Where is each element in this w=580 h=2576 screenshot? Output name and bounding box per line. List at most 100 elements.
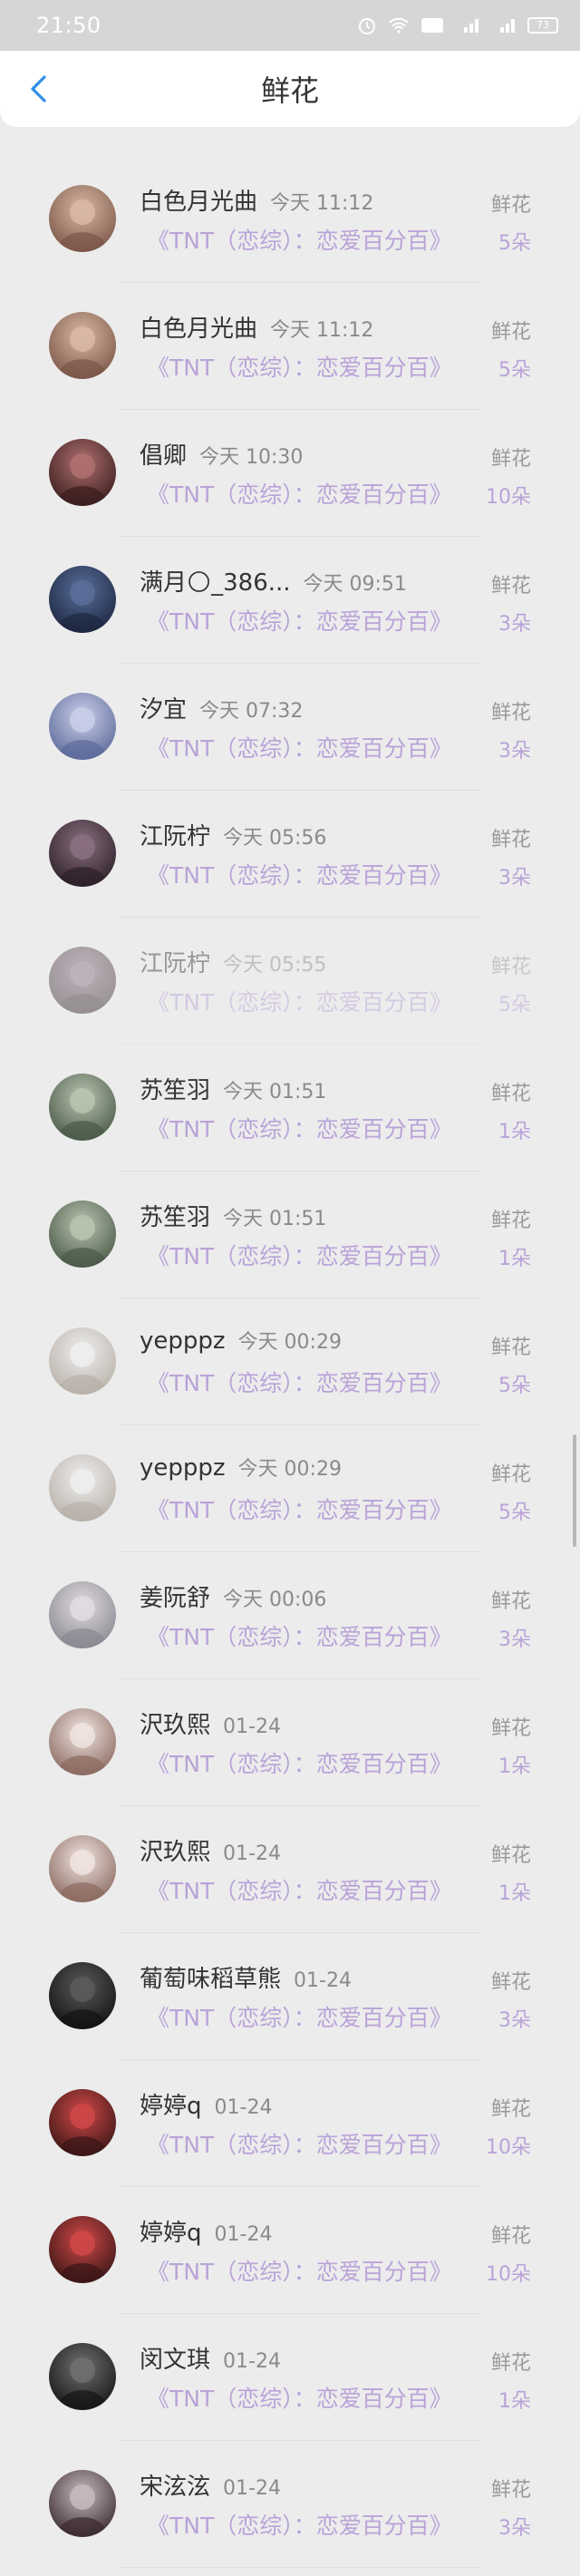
signal-icon-2 bbox=[500, 19, 515, 33]
avatar[interactable] bbox=[49, 185, 116, 252]
topic-link[interactable]: 《TNT（恋综）：恋爱百分百》 bbox=[147, 2000, 452, 2033]
avatar[interactable] bbox=[49, 2089, 116, 2156]
user-name[interactable]: 白色月光曲 bbox=[140, 189, 257, 216]
gift-time: 今天 00:29 bbox=[237, 1331, 342, 1354]
list-item[interactable]: yepppz 今天 00:29 《TNT（恋综）：恋爱百分百》 鲜花 5朵 bbox=[0, 1298, 580, 1425]
topic-link[interactable]: 《TNT（恋综）：恋爱百分百》 bbox=[147, 2508, 452, 2541]
topic-link[interactable]: 《TNT（恋综）：恋爱百分百》 bbox=[147, 1746, 452, 1779]
avatar[interactable] bbox=[49, 2216, 116, 2283]
avatar[interactable] bbox=[49, 1201, 116, 1268]
user-name[interactable]: 婷婷q bbox=[140, 2220, 202, 2247]
user-name[interactable]: 汐宜 bbox=[140, 696, 187, 724]
avatar[interactable] bbox=[49, 1074, 116, 1141]
gift-time: 01-24 bbox=[223, 1842, 281, 1865]
gift-count: 10朵 bbox=[486, 2136, 531, 2159]
topic-link[interactable]: 《TNT（恋综）：恋爱百分百》 bbox=[147, 1239, 452, 1271]
user-name-line: 白色月光曲 今天 11:12 bbox=[140, 183, 373, 217]
user-name[interactable]: 倡卿 bbox=[140, 442, 187, 470]
user-name-line: 江阮柠 今天 05:55 bbox=[140, 945, 326, 978]
list-item[interactable]: 江阮柠 今天 05:55 《TNT（恋综）：恋爱百分百》 鲜花 5朵 bbox=[0, 918, 580, 1045]
list-item[interactable]: 满月🌕_386... 今天 09:51 《TNT（恋综）：恋爱百分百》 鲜花 3朵 bbox=[0, 537, 580, 664]
avatar[interactable] bbox=[49, 439, 116, 506]
gift-time: 01-24 bbox=[214, 2223, 273, 2246]
avatar[interactable] bbox=[49, 566, 116, 633]
avatar[interactable] bbox=[49, 2343, 116, 2410]
topic-link[interactable]: 《TNT（恋综）：恋爱百分百》 bbox=[147, 477, 452, 510]
user-name[interactable]: yepppz bbox=[140, 1327, 226, 1355]
avatar[interactable] bbox=[49, 1708, 116, 1775]
gift-type: 鲜花 bbox=[490, 321, 531, 344]
list-item[interactable]: 苏笙羽 今天 01:51 《TNT（恋综）：恋爱百分百》 鲜花 1朵 bbox=[0, 1045, 580, 1171]
avatar[interactable] bbox=[49, 1581, 116, 1648]
user-name[interactable]: 白色月光曲 bbox=[140, 316, 257, 343]
user-name[interactable]: 苏笙羽 bbox=[140, 1077, 210, 1104]
gift-type: 鲜花 bbox=[490, 194, 531, 217]
user-name[interactable]: yepppz bbox=[140, 1454, 226, 1482]
list-item[interactable]: 苏笙羽 今天 01:51 《TNT（恋综）：恋爱百分百》 鲜花 1朵 bbox=[0, 1171, 580, 1298]
avatar[interactable] bbox=[49, 312, 116, 379]
topic-link[interactable]: 《TNT（恋综）：恋爱百分百》 bbox=[147, 604, 452, 637]
user-name[interactable]: 沢玖熙 bbox=[140, 1839, 210, 1866]
user-name[interactable]: 闵文琪 bbox=[140, 2347, 210, 2374]
avatar[interactable] bbox=[49, 820, 116, 887]
gift-count: 3朵 bbox=[498, 2517, 531, 2540]
avatar[interactable] bbox=[49, 1327, 116, 1395]
list-item[interactable]: 姜阮舒 今天 00:06 《TNT（恋综）：恋爱百分百》 鲜花 3朵 bbox=[0, 1552, 580, 1679]
list-item[interactable]: 闵文琪 01-24 《TNT（恋综）：恋爱百分百》 鲜花 1朵 bbox=[0, 2314, 580, 2441]
topic-link[interactable]: 《TNT（恋综）：恋爱百分百》 bbox=[147, 1492, 452, 1525]
list-item[interactable]: 白色月光曲 今天 11:12 《TNT（恋综）：恋爱百分百》 鲜花 5朵 bbox=[0, 156, 580, 283]
avatar[interactable] bbox=[49, 693, 116, 760]
topic-link[interactable]: 《TNT（恋综）：恋爱百分百》 bbox=[147, 1366, 452, 1398]
user-name-line: 江阮柠 今天 05:56 bbox=[140, 818, 326, 851]
user-name[interactable]: 宋泫泫 bbox=[140, 2474, 210, 2501]
topic-link[interactable]: 《TNT（恋综）：恋爱百分百》 bbox=[147, 1619, 452, 1652]
list-item[interactable]: yepppz 今天 00:29 《TNT（恋综）：恋爱百分百》 鲜花 5朵 bbox=[0, 1425, 580, 1552]
avatar[interactable] bbox=[49, 1835, 116, 1902]
topic-link[interactable]: 《TNT（恋综）：恋爱百分百》 bbox=[147, 350, 452, 383]
gift-time: 01-24 bbox=[214, 2096, 273, 2119]
list-item[interactable]: 葡萄味稻草熊 01-24 《TNT（恋综）：恋爱百分百》 鲜花 3朵 bbox=[0, 1933, 580, 2060]
list-item[interactable]: 沢玖熙 01-24 《TNT（恋综）：恋爱百分百》 鲜花 1朵 bbox=[0, 1679, 580, 1806]
topic-link[interactable]: 《TNT（恋综）：恋爱百分百》 bbox=[147, 731, 452, 763]
topic-link[interactable]: 《TNT（恋综）：恋爱百分百》 bbox=[147, 2254, 452, 2287]
avatar[interactable] bbox=[49, 1454, 116, 1521]
avatar[interactable] bbox=[49, 1962, 116, 2029]
avatar[interactable] bbox=[49, 2470, 116, 2537]
back-button[interactable] bbox=[16, 67, 60, 111]
user-name[interactable]: 苏笙羽 bbox=[140, 1204, 210, 1231]
gift-type: 鲜花 bbox=[490, 1210, 531, 1232]
user-name[interactable]: 婷婷q bbox=[140, 2093, 202, 2120]
gift-type: 鲜花 bbox=[490, 575, 531, 598]
user-name-line: 姜阮舒 今天 00:06 bbox=[140, 1580, 326, 1613]
status-bar: 21:50 73 bbox=[0, 0, 580, 51]
user-name[interactable]: 沢玖熙 bbox=[140, 1712, 210, 1739]
list-item[interactable]: 汐宜 今天 07:32 《TNT（恋综）：恋爱百分百》 鲜花 3朵 bbox=[0, 664, 580, 791]
gift-count: 1朵 bbox=[498, 1121, 531, 1143]
gift-type: 鲜花 bbox=[490, 1717, 531, 1740]
list-item[interactable]: 婷婷q 01-24 《TNT（恋综）：恋爱百分百》 鲜花 10朵 bbox=[0, 2060, 580, 2187]
user-name[interactable]: 江阮柠 bbox=[140, 823, 210, 851]
topic-link[interactable]: 《TNT（恋综）：恋爱百分百》 bbox=[147, 858, 452, 890]
user-name[interactable]: 姜阮舒 bbox=[140, 1585, 210, 1612]
divider bbox=[118, 2567, 480, 2568]
user-name[interactable]: 江阮柠 bbox=[140, 950, 210, 977]
list-item[interactable]: 白色月光曲 今天 11:12 《TNT（恋综）：恋爱百分百》 鲜花 5朵 bbox=[0, 283, 580, 410]
list-item[interactable]: 宋泫泫 01-24 《TNT（恋综）：恋爱百分百》 鲜花 3朵 bbox=[0, 2441, 580, 2568]
list-item[interactable]: 倡卿 今天 10:30 《TNT（恋综）：恋爱百分百》 鲜花 10朵 bbox=[0, 410, 580, 537]
user-name[interactable]: 葡萄味稻草熊 bbox=[140, 1966, 281, 1993]
topic-link[interactable]: 《TNT（恋综）：恋爱百分百》 bbox=[147, 1873, 452, 1906]
topic-link[interactable]: 《TNT（恋综）：恋爱百分百》 bbox=[147, 2381, 452, 2414]
user-name-line: 苏笙羽 今天 01:51 bbox=[140, 1199, 326, 1232]
list-item[interactable]: 婷婷q 01-24 《TNT（恋综）：恋爱百分百》 鲜花 10朵 bbox=[0, 2187, 580, 2314]
user-name-line: 闵文琪 01-24 bbox=[140, 2341, 281, 2375]
scrollbar[interactable] bbox=[573, 1434, 576, 1547]
user-name[interactable]: 满月🌕_386... bbox=[140, 569, 291, 597]
user-name-line: 苏笙羽 今天 01:51 bbox=[140, 1072, 326, 1105]
topic-link[interactable]: 《TNT（恋综）：恋爱百分百》 bbox=[147, 223, 452, 256]
topic-link[interactable]: 《TNT（恋综）：恋爱百分百》 bbox=[147, 985, 452, 1017]
avatar[interactable] bbox=[49, 947, 116, 1014]
topic-link[interactable]: 《TNT（恋综）：恋爱百分百》 bbox=[147, 2127, 452, 2160]
list-item[interactable]: 沢玖熙 01-24 《TNT（恋综）：恋爱百分百》 鲜花 1朵 bbox=[0, 1806, 580, 1933]
topic-link[interactable]: 《TNT（恋综）：恋爱百分百》 bbox=[147, 1112, 452, 1144]
list-item[interactable]: 江阮柠 今天 05:56 《TNT（恋综）：恋爱百分百》 鲜花 3朵 bbox=[0, 791, 580, 918]
